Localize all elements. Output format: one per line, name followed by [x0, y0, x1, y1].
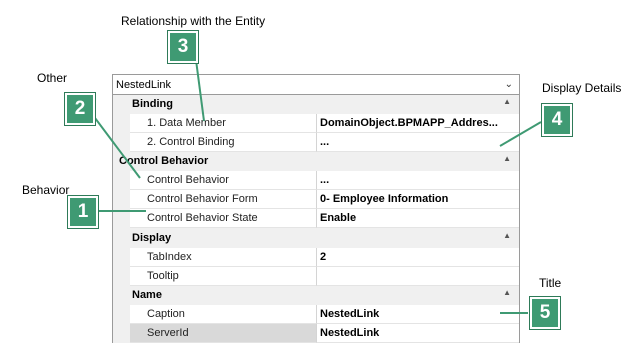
- category-control-behavior[interactable]: Control Behavior ▲: [113, 152, 519, 171]
- property-name: 2. Control Binding: [130, 133, 317, 152]
- property-value[interactable]: ...: [317, 133, 519, 152]
- category-binding[interactable]: Binding ▲: [113, 95, 519, 114]
- collapse-icon[interactable]: ▲: [503, 231, 511, 240]
- display-details-annotation-label: Display Details: [542, 81, 622, 95]
- object-selector-value: NestedLink: [116, 78, 172, 91]
- category-label: Display: [132, 232, 172, 244]
- property-name: ServerId: [130, 324, 317, 343]
- property-row-serverid[interactable]: ServerId NestedLink: [113, 324, 519, 343]
- category-label: Control Behavior: [119, 155, 209, 167]
- other-annotation-label: Other: [37, 71, 68, 85]
- property-row-control-behavior-form[interactable]: Control Behavior Form 0- Employee Inform…: [113, 190, 519, 209]
- property-name: Caption: [130, 305, 317, 324]
- badge-1: 1: [68, 196, 98, 228]
- category-display[interactable]: Display ▲: [113, 229, 519, 248]
- property-value[interactable]: 0- Employee Information: [317, 190, 519, 209]
- property-row-control-behavior[interactable]: Control Behavior ...: [113, 171, 519, 190]
- object-selector-combo[interactable]: NestedLink ⌄: [112, 74, 520, 95]
- property-value[interactable]: ...: [317, 171, 519, 190]
- property-row-caption[interactable]: Caption NestedLink: [113, 305, 519, 324]
- property-value[interactable]: NestedLink: [317, 324, 519, 343]
- badge-4: 4: [542, 104, 572, 136]
- badge-3: 3: [168, 31, 198, 63]
- category-name[interactable]: Name ▲: [113, 286, 519, 305]
- badge-2: 2: [65, 93, 95, 125]
- title-annotation-label: Title: [539, 276, 562, 290]
- property-grid: Binding ▲ 1. Data Member DomainObject.BP…: [112, 95, 520, 343]
- property-name: Control Behavior: [130, 171, 317, 190]
- property-row-tooltip[interactable]: Tooltip: [113, 267, 519, 286]
- category-label: Name: [132, 289, 162, 301]
- property-name: Control Behavior State: [130, 209, 317, 228]
- relationship-annotation-label: Relationship with the Entity: [121, 14, 266, 28]
- property-value[interactable]: [317, 267, 519, 286]
- property-row-control-behavior-state[interactable]: Control Behavior State Enable: [113, 209, 519, 228]
- property-value[interactable]: NestedLink: [317, 305, 519, 324]
- property-value[interactable]: 2: [317, 248, 519, 267]
- property-row-tabindex[interactable]: TabIndex 2: [113, 248, 519, 267]
- property-value[interactable]: Enable: [317, 209, 519, 228]
- property-row-data-member[interactable]: 1. Data Member DomainObject.BPMAPP_Addre…: [113, 114, 519, 133]
- property-name: Tooltip: [130, 267, 317, 286]
- property-name: TabIndex: [130, 248, 317, 267]
- collapse-icon[interactable]: ▲: [503, 288, 511, 297]
- chevron-down-icon[interactable]: ⌄: [505, 79, 513, 90]
- property-row-control-binding[interactable]: 2. Control Binding ...: [113, 133, 519, 152]
- collapse-icon[interactable]: ▲: [503, 97, 511, 106]
- property-name: Control Behavior Form: [130, 190, 317, 209]
- property-value[interactable]: DomainObject.BPMAPP_Addres...: [317, 114, 519, 133]
- collapse-icon[interactable]: ▲: [503, 154, 511, 163]
- property-name: 1. Data Member: [130, 114, 317, 133]
- behavior-annotation-label: Behavior: [22, 183, 70, 197]
- badge-5: 5: [530, 297, 560, 329]
- category-label: Binding: [132, 98, 173, 110]
